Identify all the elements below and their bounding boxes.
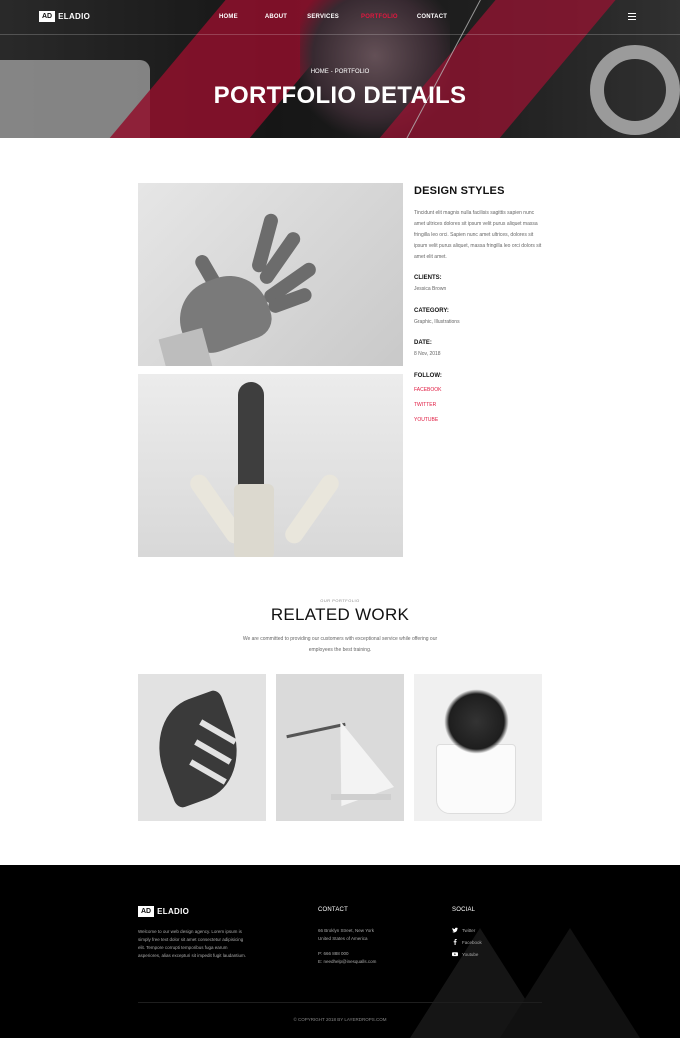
social-link-twitter[interactable]: Twitter (452, 927, 475, 933)
social-label-facebook: Facebook (462, 939, 482, 945)
clients-label: CLIENTS: (414, 275, 442, 281)
facebook-icon (453, 939, 457, 945)
nav-item-about[interactable]: ABOUT (265, 14, 287, 20)
logo-badge: AD (39, 11, 56, 22)
social-heading: SOCIAL (452, 907, 476, 913)
social-link-facebook[interactable]: Facebook (452, 939, 482, 945)
contact-phone: P: 666 888 000 (318, 951, 349, 956)
nav-item-home[interactable]: HOME (219, 14, 238, 20)
nav-menu: HOME ABOUT SERVICES PORTFOLIO CONTACT (219, 14, 447, 20)
details-title: DESIGN STYLES (414, 185, 505, 197)
footer-about: Welcome to our web design agency. Lorem … (138, 929, 247, 958)
follow-link-twitter[interactable]: TWITTER (414, 402, 436, 408)
social-link-youtube[interactable]: Youtube (452, 951, 478, 957)
logo-text: ELADIO (58, 12, 91, 21)
main-nav: AD ELADIO HOME ABOUT SERVICES PORTFOLIO … (0, 0, 680, 35)
project-details: DESIGN STYLES Tincidunt elit magnis null… (414, 185, 544, 263)
portfolio-image-hand (138, 183, 403, 366)
contact-heading: CONTACT (318, 907, 348, 913)
related-subtitle: OUR PORTFOLIO (320, 598, 360, 603)
breadcrumb-home[interactable]: HOME (311, 69, 329, 75)
contact-address-line2: United States of America (318, 936, 368, 941)
follow-link-youtube[interactable]: YOUTUBE (414, 417, 438, 423)
portfolio-image-cactus (138, 374, 403, 557)
contact-email[interactable]: E: needhelp@inesqualls.com (318, 959, 376, 964)
details-description: Tincidunt elit magnis nulla facilisis sa… (414, 210, 542, 260)
footer-divider (138, 1002, 542, 1003)
related-work-lamp[interactable] (276, 674, 404, 821)
footer-logo-badge: AD (138, 906, 155, 917)
page-title: PORTFOLIO DETAILS (213, 82, 467, 109)
nav-item-services[interactable]: SERVICES (307, 14, 339, 20)
follow-link-facebook[interactable]: FACEBOOK (414, 387, 442, 393)
clients-value: Jessica Brown (414, 286, 447, 292)
footer: AD ELADIO Welcome to our web design agen… (0, 865, 680, 1038)
youtube-icon (452, 952, 458, 957)
date-value: 8 Nov, 2018 (414, 351, 441, 357)
copyright: © COPYRIGHT 2018 BY LAYERDROPS.COM (293, 1017, 387, 1022)
nav-item-portfolio[interactable]: PORTFOLIO (361, 14, 398, 20)
social-label-twitter: Twitter (462, 927, 476, 933)
date-label: DATE: (414, 340, 432, 346)
contact-address-line1: 66 Broklyn Street, New York (318, 928, 375, 933)
breadcrumb-separator: - (330, 69, 333, 75)
related-work-plant[interactable] (414, 674, 542, 821)
logo[interactable]: AD ELADIO (39, 11, 90, 22)
footer-logo[interactable]: AD ELADIO (138, 906, 189, 917)
related-work-leaf[interactable] (138, 674, 266, 821)
related-title: RELATED WORK (270, 605, 410, 624)
category-label: CATEGORY: (414, 308, 449, 314)
twitter-icon (452, 927, 458, 933)
social-label-youtube: Youtube (462, 951, 479, 957)
follow-label: FOLLOW: (414, 373, 442, 379)
category-value: Graphic, Illustrations (414, 319, 460, 325)
hamburger-icon[interactable] (628, 13, 636, 20)
breadcrumb: HOME - PORTFOLIO (0, 69, 680, 75)
nav-item-contact[interactable]: CONTACT (417, 14, 447, 20)
footer-logo-text: ELADIO (157, 907, 190, 916)
breadcrumb-current: PORTFOLIO (334, 69, 370, 75)
related-description: We are committed to providing our custom… (242, 636, 438, 653)
